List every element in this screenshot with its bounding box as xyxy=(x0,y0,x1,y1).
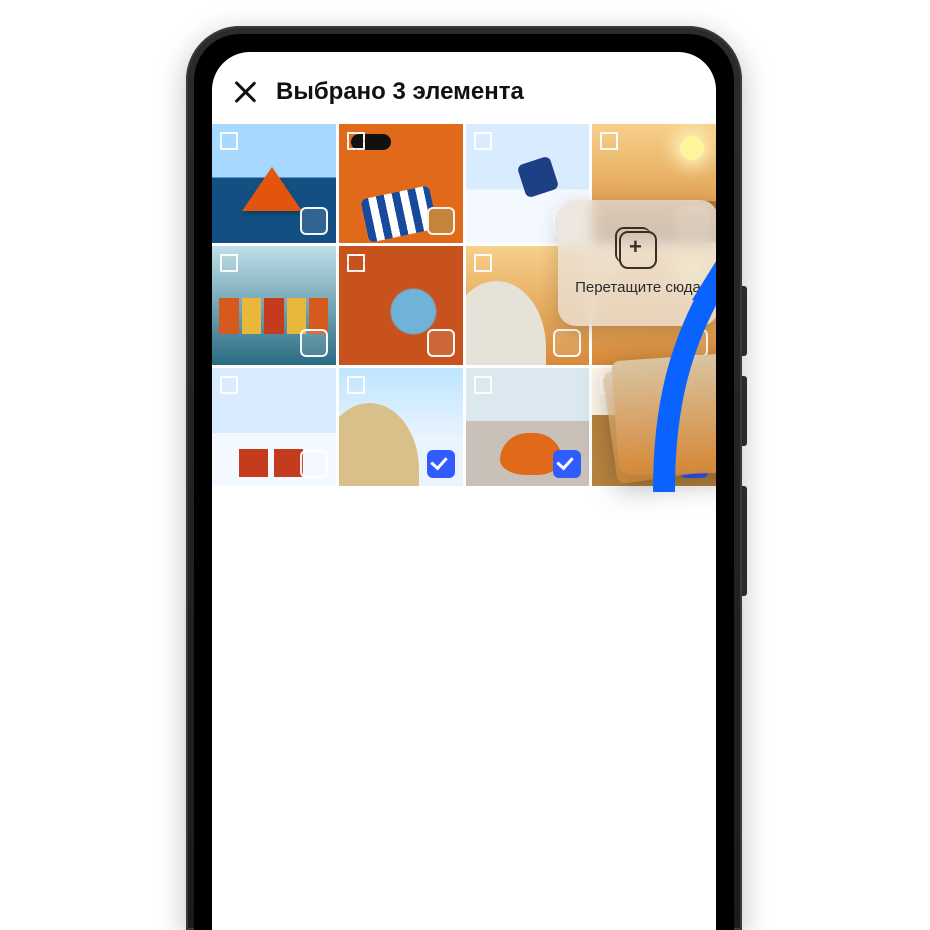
photo-thumbnail[interactable] xyxy=(212,246,336,365)
volume-down-button xyxy=(742,376,747,446)
drop-target-label: Перетащите сюда xyxy=(575,279,701,296)
photo-thumbnail[interactable] xyxy=(466,368,590,487)
selection-header: Выбрано 3 элемента xyxy=(212,52,716,124)
expand-icon xyxy=(220,376,238,394)
phone-frame: Выбрано 3 элемента xyxy=(186,26,742,930)
photo-thumbnail[interactable] xyxy=(339,368,463,487)
select-checkbox[interactable] xyxy=(427,207,455,235)
expand-icon xyxy=(347,376,365,394)
photo-thumbnail[interactable] xyxy=(212,124,336,243)
expand-icon xyxy=(220,132,238,150)
select-checkbox[interactable] xyxy=(553,450,581,478)
select-checkbox[interactable] xyxy=(300,329,328,357)
photo-thumbnail[interactable] xyxy=(339,246,463,365)
stage: Выбрано 3 элемента xyxy=(0,0,930,930)
add-to-collection-icon xyxy=(619,231,657,269)
expand-icon xyxy=(600,376,618,394)
expand-icon xyxy=(474,132,492,150)
select-checkbox[interactable] xyxy=(427,450,455,478)
expand-icon xyxy=(474,376,492,394)
screen: Выбрано 3 элемента xyxy=(212,52,716,930)
select-checkbox[interactable] xyxy=(300,450,328,478)
expand-icon xyxy=(600,132,618,150)
expand-icon xyxy=(474,254,492,272)
photo-thumbnail[interactable] xyxy=(339,124,463,243)
expand-icon xyxy=(347,132,365,150)
select-checkbox[interactable] xyxy=(427,329,455,357)
photo-thumbnail[interactable] xyxy=(212,368,336,487)
expand-icon xyxy=(347,254,365,272)
select-checkbox[interactable] xyxy=(680,329,708,357)
selection-title: Выбрано 3 элемента xyxy=(276,78,524,106)
select-checkbox[interactable] xyxy=(553,329,581,357)
close-icon[interactable] xyxy=(232,79,258,105)
phone-bezel: Выбрано 3 элемента xyxy=(194,34,734,930)
select-checkbox[interactable] xyxy=(300,207,328,235)
photo-thumbnail[interactable] xyxy=(592,368,716,487)
volume-up-button xyxy=(742,286,747,356)
select-checkbox[interactable] xyxy=(680,450,708,478)
expand-icon xyxy=(220,254,238,272)
drop-target-panel[interactable]: Перетащите сюда xyxy=(558,200,716,326)
power-button xyxy=(742,486,747,596)
